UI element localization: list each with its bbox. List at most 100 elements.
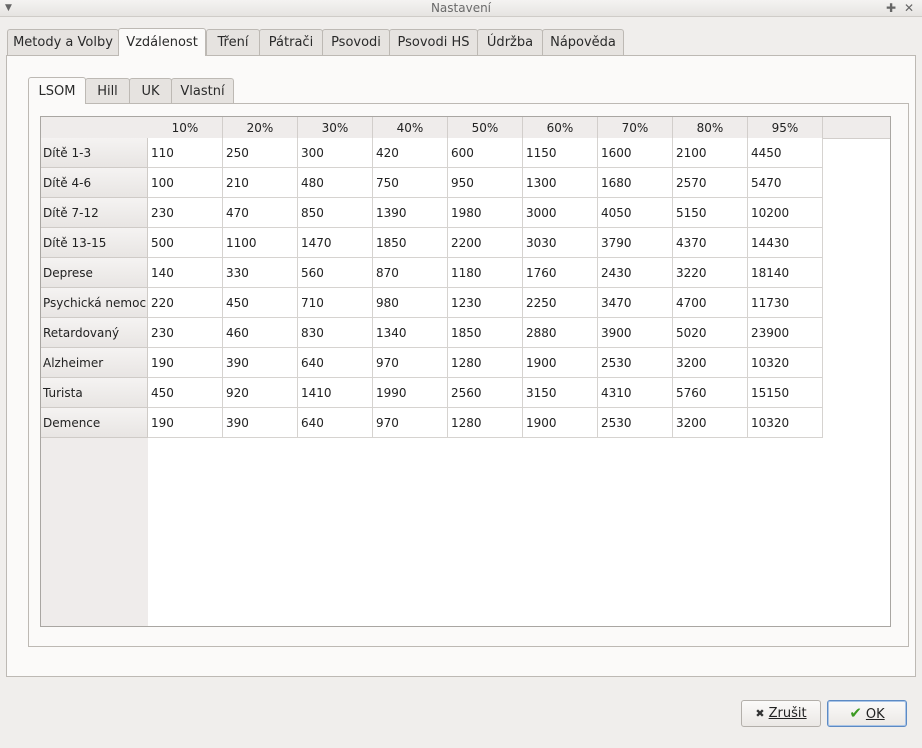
table-cell[interactable]: 23900 bbox=[748, 318, 823, 348]
table-cell[interactable]: 15150 bbox=[748, 378, 823, 408]
table-cell[interactable]: 640 bbox=[298, 348, 373, 378]
table-cell[interactable]: 970 bbox=[373, 348, 448, 378]
row-header[interactable]: Retardovaný bbox=[41, 318, 148, 348]
table-cell[interactable]: 2100 bbox=[673, 138, 748, 168]
table-cell[interactable]: 920 bbox=[223, 378, 298, 408]
table-cell[interactable]: 250 bbox=[223, 138, 298, 168]
table-cell[interactable]: 5470 bbox=[748, 168, 823, 198]
table-cell[interactable]: 390 bbox=[223, 408, 298, 438]
table-cell[interactable]: 1410 bbox=[298, 378, 373, 408]
table-cell[interactable]: 830 bbox=[298, 318, 373, 348]
tab-napoveda[interactable]: Nápověda bbox=[542, 29, 624, 55]
table-cell[interactable]: 14430 bbox=[748, 228, 823, 258]
table-cell[interactable]: 750 bbox=[373, 168, 448, 198]
column-header[interactable]: 10% bbox=[148, 117, 223, 138]
table-cell[interactable]: 1990 bbox=[373, 378, 448, 408]
column-header[interactable]: 20% bbox=[223, 117, 298, 138]
tab-udrzba[interactable]: Údržba bbox=[477, 29, 543, 55]
table-cell[interactable]: 5150 bbox=[673, 198, 748, 228]
ok-button[interactable]: ✔ OK bbox=[827, 700, 907, 727]
table-cell[interactable]: 3000 bbox=[523, 198, 598, 228]
table-cell[interactable]: 1180 bbox=[448, 258, 523, 288]
tab-patraci[interactable]: Pátrači bbox=[259, 29, 323, 55]
table-cell[interactable]: 1470 bbox=[298, 228, 373, 258]
table-cell[interactable]: 1300 bbox=[523, 168, 598, 198]
table-cell[interactable]: 4700 bbox=[673, 288, 748, 318]
subtab-vlastni[interactable]: Vlastní bbox=[171, 78, 234, 103]
table-cell[interactable]: 600 bbox=[448, 138, 523, 168]
row-header[interactable]: Psychická nemoc bbox=[41, 288, 148, 318]
tab-metody-a-volby[interactable]: Metody a Volby bbox=[7, 29, 119, 55]
table-cell[interactable]: 420 bbox=[373, 138, 448, 168]
subtab-lsom[interactable]: LSOM bbox=[28, 77, 86, 104]
table-cell[interactable]: 2530 bbox=[598, 348, 673, 378]
table-cell[interactable]: 2200 bbox=[448, 228, 523, 258]
table-cell[interactable]: 1900 bbox=[523, 408, 598, 438]
table-cell[interactable]: 5020 bbox=[673, 318, 748, 348]
table-cell[interactable]: 330 bbox=[223, 258, 298, 288]
table-cell[interactable]: 3220 bbox=[673, 258, 748, 288]
table-cell[interactable]: 640 bbox=[298, 408, 373, 438]
column-header[interactable]: 70% bbox=[598, 117, 673, 138]
table-cell[interactable]: 2560 bbox=[448, 378, 523, 408]
row-header[interactable]: Dítě 7-12 bbox=[41, 198, 148, 228]
table-cell[interactable]: 4370 bbox=[673, 228, 748, 258]
table-cell[interactable]: 500 bbox=[148, 228, 223, 258]
table-cell[interactable]: 3900 bbox=[598, 318, 673, 348]
table-cell[interactable]: 190 bbox=[148, 348, 223, 378]
table-cell[interactable]: 980 bbox=[373, 288, 448, 318]
table-cell[interactable]: 100 bbox=[148, 168, 223, 198]
table-cell[interactable]: 1760 bbox=[523, 258, 598, 288]
table-cell[interactable]: 4310 bbox=[598, 378, 673, 408]
table-cell[interactable]: 470 bbox=[223, 198, 298, 228]
pin-icon[interactable]: ✚ bbox=[886, 0, 896, 16]
column-header[interactable]: 95% bbox=[748, 117, 823, 138]
table-cell[interactable]: 1900 bbox=[523, 348, 598, 378]
table-cell[interactable]: 190 bbox=[148, 408, 223, 438]
table-cell[interactable]: 230 bbox=[148, 318, 223, 348]
close-icon[interactable]: ✕ bbox=[904, 0, 914, 16]
table-cell[interactable]: 10320 bbox=[748, 408, 823, 438]
table-cell[interactable]: 5760 bbox=[673, 378, 748, 408]
table-cell[interactable]: 1850 bbox=[373, 228, 448, 258]
table-cell[interactable]: 1230 bbox=[448, 288, 523, 318]
table-cell[interactable]: 18140 bbox=[748, 258, 823, 288]
table-cell[interactable]: 3470 bbox=[598, 288, 673, 318]
table-cell[interactable]: 3790 bbox=[598, 228, 673, 258]
table-cell[interactable]: 970 bbox=[373, 408, 448, 438]
table-cell[interactable]: 1150 bbox=[523, 138, 598, 168]
table-cell[interactable]: 870 bbox=[373, 258, 448, 288]
table-cell[interactable]: 140 bbox=[148, 258, 223, 288]
row-header[interactable]: Turista bbox=[41, 378, 148, 408]
table-cell[interactable]: 4050 bbox=[598, 198, 673, 228]
table-cell[interactable]: 450 bbox=[148, 378, 223, 408]
subtab-uk[interactable]: UK bbox=[129, 78, 172, 103]
table-cell[interactable]: 1280 bbox=[448, 348, 523, 378]
table-cell[interactable]: 450 bbox=[223, 288, 298, 318]
tab-treni[interactable]: Tření bbox=[206, 29, 260, 55]
table-cell[interactable]: 1600 bbox=[598, 138, 673, 168]
row-header[interactable]: Alzheimer bbox=[41, 348, 148, 378]
table-cell[interactable]: 3200 bbox=[673, 408, 748, 438]
table-cell[interactable]: 1390 bbox=[373, 198, 448, 228]
table-cell[interactable]: 390 bbox=[223, 348, 298, 378]
cancel-button[interactable]: ✖ Zrušit bbox=[741, 700, 821, 727]
table-cell[interactable]: 460 bbox=[223, 318, 298, 348]
row-header[interactable]: Demence bbox=[41, 408, 148, 438]
table-cell[interactable]: 2430 bbox=[598, 258, 673, 288]
table-cell[interactable]: 3030 bbox=[523, 228, 598, 258]
subtab-hill[interactable]: Hill bbox=[85, 78, 130, 103]
table-cell[interactable]: 210 bbox=[223, 168, 298, 198]
table-cell[interactable]: 3150 bbox=[523, 378, 598, 408]
tab-vzdalenost[interactable]: Vzdálenost bbox=[118, 28, 206, 56]
table-cell[interactable]: 1850 bbox=[448, 318, 523, 348]
table-cell[interactable]: 2530 bbox=[598, 408, 673, 438]
table-cell[interactable]: 3200 bbox=[673, 348, 748, 378]
table-cell[interactable]: 230 bbox=[148, 198, 223, 228]
table-cell[interactable]: 710 bbox=[298, 288, 373, 318]
column-header[interactable]: 60% bbox=[523, 117, 598, 138]
table-cell[interactable]: 950 bbox=[448, 168, 523, 198]
table-cell[interactable]: 220 bbox=[148, 288, 223, 318]
table-cell[interactable]: 1680 bbox=[598, 168, 673, 198]
distance-table[interactable]: 10% 20% 30% 40% 50% 60% 70% 80% 95% Dítě 1-3 110 25… bbox=[40, 116, 891, 627]
